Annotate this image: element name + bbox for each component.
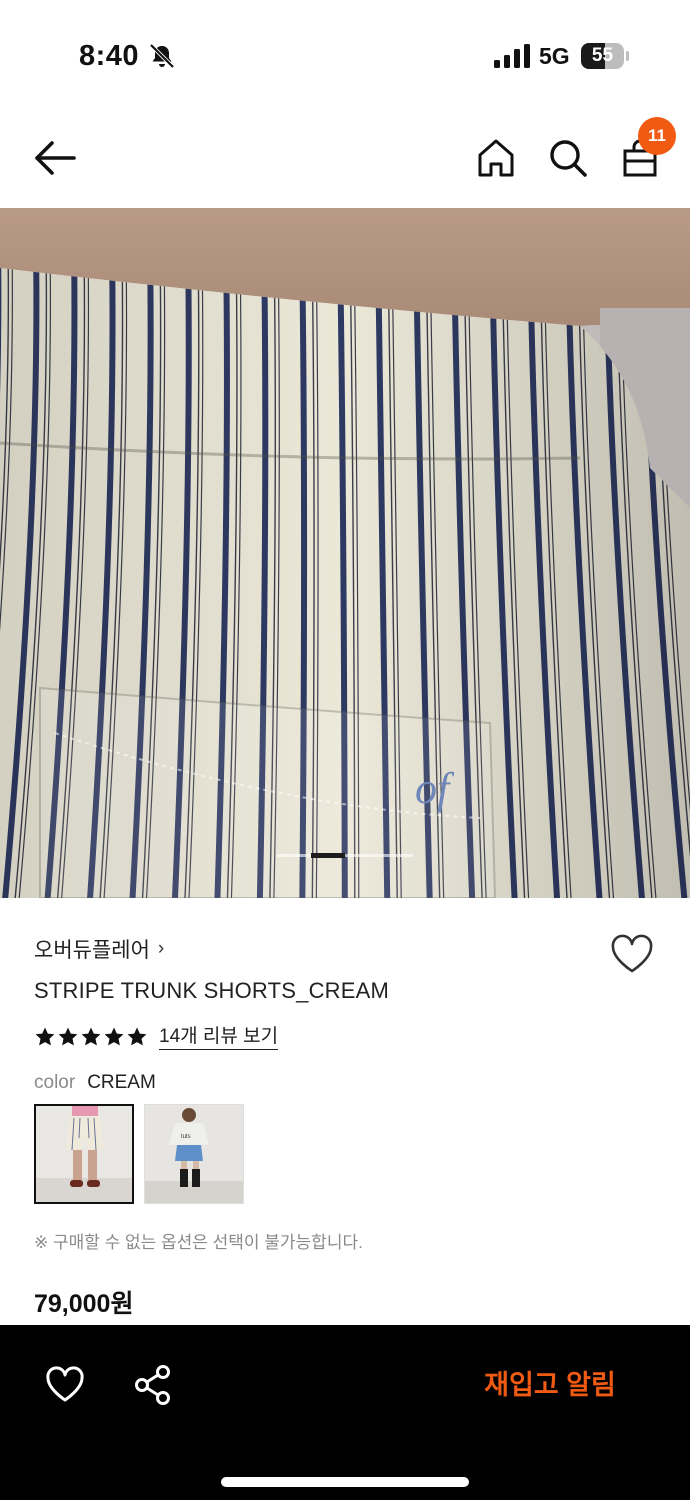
share-icon[interactable] [132,1363,174,1407]
star-rating [34,1026,149,1048]
star-icon [104,1027,124,1046]
chevron-right-icon: › [157,938,165,959]
product-title: STRIPE TRUNK SHORTS_CREAM [34,978,390,1003]
photo-monogram: of [415,764,455,813]
battery-percentage: 55 [591,45,614,66]
signal-icon [494,44,530,68]
brand-name: 오버듀플레어 [34,939,150,962]
carousel-track [277,854,413,857]
product-image[interactable]: of [0,208,690,898]
product-photo-graphic: of [0,208,690,898]
color-option-row: color CREAM [34,1072,156,1094]
thumbnail-graphic [36,1106,132,1202]
color-value: CREAM [87,1072,156,1093]
battery-tip [626,51,629,61]
star-icon [58,1027,78,1046]
status-time: 8:40 [79,40,140,72]
battery-body: 55 [581,43,624,69]
status-bar: 8:40 5G 55 [0,0,690,110]
svg-text:tuts: tuts [181,1134,191,1140]
carousel-active-indicator [311,853,345,858]
back-arrow-icon[interactable] [30,136,80,180]
heart-icon[interactable] [44,1365,86,1405]
network-label: 5G [539,43,570,69]
battery-icon: 55 [581,43,629,69]
star-icon [35,1027,55,1046]
app-header [0,110,690,208]
product-price: 79,000원 [34,1290,134,1318]
heart-icon[interactable] [609,933,655,975]
color-thumbnail-blue[interactable]: tuts [144,1104,244,1204]
review-link[interactable]: 14개 리뷰 보기 [159,1025,279,1050]
thumbnail-graphic: tuts [145,1105,243,1203]
home-icon[interactable] [474,136,518,180]
star-icon [81,1027,101,1046]
color-label: color [34,1072,76,1093]
rating-row: 14개 리뷰 보기 [34,1022,279,1052]
search-icon[interactable] [546,136,590,180]
brand-link[interactable]: 오버듀플레어 › [34,934,164,964]
color-thumbnail-cream[interactable] [34,1104,134,1204]
option-notice: ※ 구매할 수 없는 옵션은 선택이 불가능합니다. [34,1233,363,1252]
bottom-action-bar: 재입고 알림 [0,1325,690,1500]
star-icon [127,1027,147,1046]
bell-off-icon [149,43,175,69]
restock-alert-button[interactable]: 재입고 알림 [470,1365,630,1405]
home-indicator [221,1477,469,1487]
cart-count-badge: 11 [638,117,676,155]
